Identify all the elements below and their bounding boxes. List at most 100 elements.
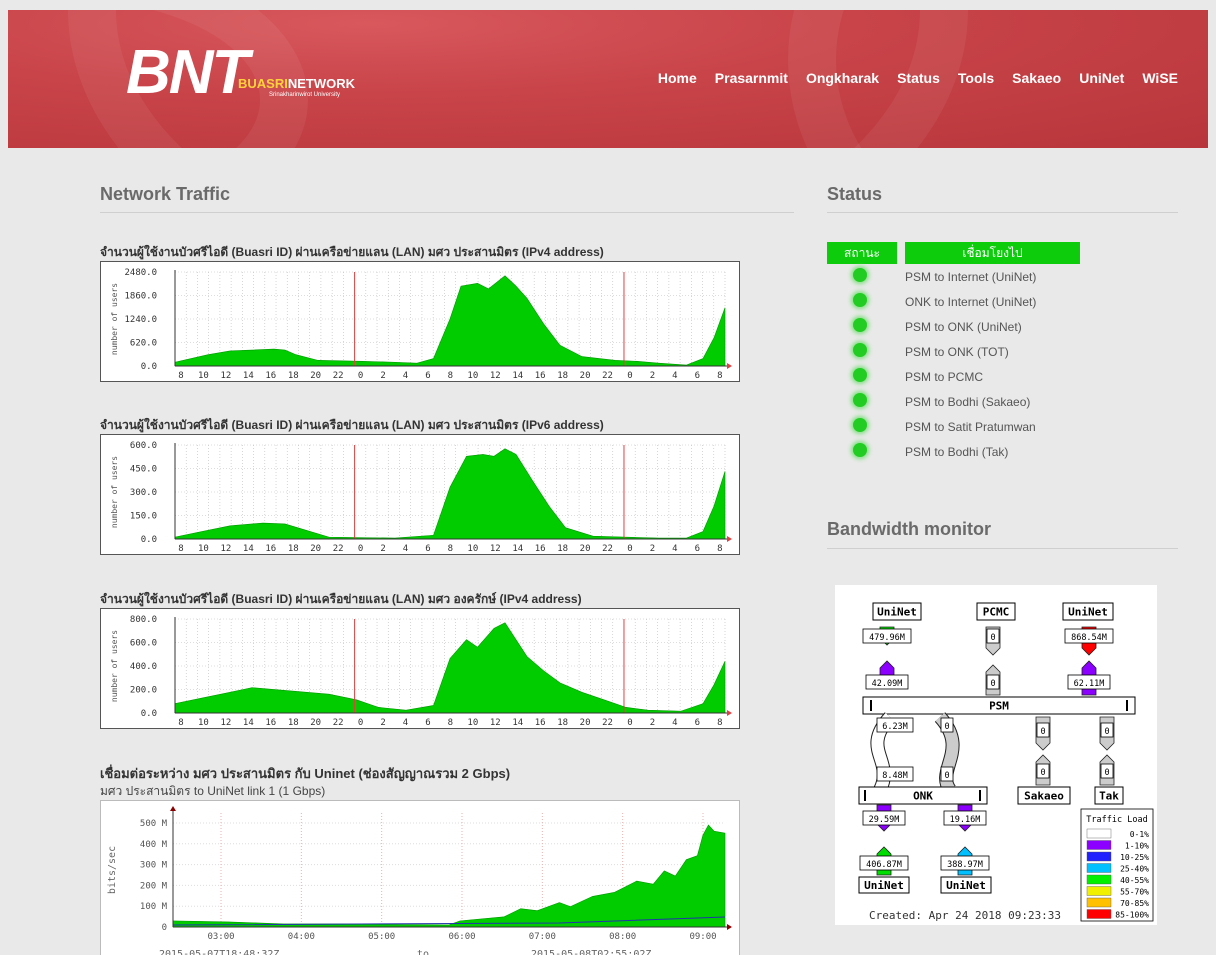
x-tick-label: 22	[333, 371, 344, 381]
link-name[interactable]: PSM to PCMC	[905, 364, 1080, 389]
legend-swatch	[1086, 909, 1112, 919]
nav-wise[interactable]: WiSE	[1142, 70, 1178, 86]
divider	[827, 212, 1178, 213]
x-tick-label: 07:00	[529, 932, 556, 942]
graph-1-caption: จำนวนผู้ใช้งานบัวศรีไอดี (Buasri ID) ผ่า…	[100, 245, 604, 259]
x-tick-label: 22	[602, 544, 613, 554]
nav-uninet[interactable]: UniNet	[1079, 70, 1124, 86]
logo-subtitle: Srinakharinwirot University	[269, 92, 341, 98]
status-led-icon	[853, 343, 867, 357]
x-tick-label: 20	[580, 544, 591, 554]
status-cell	[827, 414, 897, 439]
x-tick-label: 4	[403, 371, 408, 381]
link-name[interactable]: PSM to Internet (UniNet)	[905, 264, 1080, 289]
x-tick-label: 8	[178, 544, 183, 554]
bw-label: 0	[1104, 727, 1109, 737]
x-tick-label: 14	[512, 544, 523, 554]
x-tick-label: 20	[580, 371, 591, 381]
graph-3: 800.0 600.0 400.0 200.0 0.0 8 10 12 14 16 18 20 22 0 2…	[100, 608, 740, 729]
x-tick-label: 22	[602, 371, 613, 381]
inbound-area-series	[172, 824, 726, 928]
link-name[interactable]: PSM to Bodhi (Sakaeo)	[905, 389, 1080, 414]
x-tick-label: 12	[220, 544, 231, 554]
y-tick-label: 0	[162, 923, 167, 933]
nav-home[interactable]: Home	[658, 70, 697, 86]
node-uninet-b: UniNet	[1068, 606, 1108, 619]
status-cell	[827, 389, 897, 414]
x-tick-label: 12	[220, 718, 231, 728]
y-tick-label: 400.0	[130, 662, 157, 672]
x-tick-label: 4	[672, 718, 677, 728]
x-tick-label: 14	[512, 718, 523, 728]
logo-rest: NETWORK	[287, 76, 356, 91]
x-tick-label: 05:00	[368, 932, 395, 942]
bw-label: 0	[1104, 768, 1109, 778]
x-tick-label: 20	[310, 544, 321, 554]
nav-tools[interactable]: Tools	[958, 70, 994, 86]
status-row: PSM to ONK (TOT)	[827, 339, 1080, 364]
x-tick-label: 06:00	[448, 932, 475, 942]
link-name[interactable]: ONK to Internet (UniNet)	[905, 289, 1080, 314]
x-tick-label: 2	[380, 718, 385, 728]
status-row: PSM to ONK (UniNet)	[827, 314, 1080, 339]
bw-label: 8.48M	[882, 771, 908, 781]
x-tick-label: 8	[717, 718, 722, 728]
site-logo[interactable]: BNT	[126, 42, 249, 104]
node-onk: ONK	[913, 790, 933, 803]
y-tick-label: 1860.0	[124, 292, 157, 302]
y-tick-label: 0.0	[141, 709, 157, 719]
weathermap: UniNet PCMC UniNet 479.96M 0 868.54M 42.09M 0 62…	[858, 602, 1154, 922]
link-name[interactable]: PSM to ONK (TOT)	[905, 339, 1080, 364]
nav-status[interactable]: Status	[897, 70, 940, 86]
graph-1: 2480.0 1860.0 1240.0 620.0 0.0 8 10 12 14 16 18 20 2…	[100, 261, 740, 382]
x-tick-label: 08:00	[609, 932, 636, 942]
status-led-icon	[853, 393, 867, 407]
nav-prasarnmit[interactable]: Prasarnmit	[715, 70, 788, 86]
x-tick-label: 20	[580, 718, 591, 728]
node-sakaeo: Sakaeo	[1024, 790, 1064, 803]
x-tick-label: 14	[512, 371, 523, 381]
x-tick-label: 10	[198, 371, 209, 381]
x-tick-label: 16	[265, 371, 276, 381]
status-row: PSM to Internet (UniNet)	[827, 264, 1080, 289]
x-tick-label: 16	[265, 718, 276, 728]
status-led-icon	[853, 293, 867, 307]
link-name[interactable]: PSM to ONK (UniNet)	[905, 314, 1080, 339]
nav-sakaeo[interactable]: Sakaeo	[1012, 70, 1061, 86]
y-axis-label: bits/sec	[107, 846, 118, 894]
legend-swatch	[1086, 874, 1112, 885]
bw-label: 868.54M	[1071, 633, 1107, 643]
x-tick-label: 04:00	[288, 932, 315, 942]
status-led-icon	[853, 368, 867, 382]
x-tick-label: 0	[358, 371, 363, 381]
x-tick-label: 18	[288, 544, 299, 554]
x-tick-label: 6	[695, 544, 700, 554]
legend-swatch	[1086, 828, 1112, 839]
legend-swatch	[1086, 897, 1112, 908]
logo-wordmark: BUASRINETWORK	[238, 76, 355, 91]
axis-arrow	[727, 924, 732, 930]
x-tick-label: 6	[425, 718, 430, 728]
users-chart-psm-ipv6: 600.0450.0300.0150.00.08 10 12 14 16 18 20 22 0 2…	[110, 441, 732, 554]
main-nav: Home Prasarnmit Ongkharak Status Tools S…	[658, 70, 1178, 86]
x-tick-label: 12	[490, 371, 501, 381]
status-cell	[827, 439, 897, 464]
legend-label: 25-40%	[1120, 865, 1149, 874]
users-chart-onk-ipv4: 800.0600.0400.0200.00.08 10 12 14 16 18 20 22 0 2…	[110, 615, 732, 728]
link-name[interactable]: PSM to Bodhi (Tak)	[905, 439, 1080, 464]
x-tick-label: 03:00	[207, 932, 234, 942]
y-tick-label: 200 M	[140, 881, 168, 891]
legend-title: Traffic Load	[1086, 815, 1147, 825]
bandwidth-map[interactable]: UniNet PCMC UniNet 479.96M 0 868.54M 42.09M 0 62…	[835, 585, 1157, 925]
y-tick-label: 0.0	[141, 362, 157, 372]
link-name[interactable]: PSM to Satit Pratumwan	[905, 414, 1080, 439]
y-tick-label: 1240.0	[124, 315, 157, 325]
nav-ongkharak[interactable]: Ongkharak	[806, 70, 879, 86]
users-area-series	[174, 622, 726, 714]
status-cell	[827, 339, 897, 364]
y-tick-label: 450.0	[130, 465, 157, 475]
node-pcmc: PCMC	[983, 606, 1010, 619]
link-graph: 0 100 M 200 M 300 M 400 M 500 M 03:00 04:00 05:0…	[100, 800, 740, 955]
divider	[827, 548, 1178, 549]
status-led-icon	[853, 443, 867, 457]
